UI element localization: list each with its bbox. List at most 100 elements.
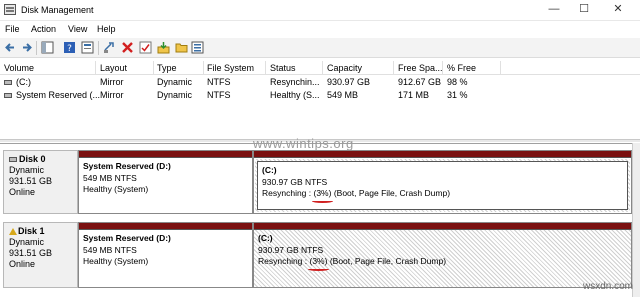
partition-system-reserved[interactable]: System Reserved (D:) 549 MB NTFS Healthy… xyxy=(78,150,253,214)
column-divider[interactable] xyxy=(442,61,443,75)
volume-status: Resynchin... xyxy=(270,77,320,87)
svg-text:?: ? xyxy=(67,44,72,54)
partition-size: 549 MB NTFS xyxy=(83,244,137,255)
volume-layout: Mirror xyxy=(100,77,124,87)
volume-icon xyxy=(4,80,12,85)
toolbar: ? xyxy=(0,38,640,58)
partition-bar xyxy=(254,151,631,158)
column-divider[interactable] xyxy=(500,61,501,75)
disk-1-label[interactable]: Disk 1 Dynamic 931.51 GB Online xyxy=(3,222,78,288)
disk-0-label[interactable]: Disk 0 Dynamic 931.51 GB Online xyxy=(3,150,78,214)
volume-file-system: NTFS xyxy=(207,90,231,100)
console-tree-icon[interactable] xyxy=(41,41,54,54)
partition-bar xyxy=(79,223,252,230)
menu-bar: File Action View Help xyxy=(0,21,640,38)
volume-capacity: 549 MB xyxy=(327,90,359,100)
column-header-status[interactable]: Status xyxy=(270,63,296,73)
close-button[interactable]: ✕ xyxy=(605,0,631,20)
disk-size: 931.51 GB xyxy=(9,176,53,186)
partition-selection: (C:) 930.97 GB NTFS Resynching : (3%) (B… xyxy=(257,161,628,210)
disk-type: Dynamic xyxy=(9,237,45,247)
disk-size: 931.51 GB xyxy=(9,248,53,258)
column-header-type[interactable]: Type xyxy=(157,63,177,73)
column-divider[interactable] xyxy=(393,61,394,75)
menu-help[interactable]: Help xyxy=(97,24,116,34)
toolbar-separator xyxy=(36,41,37,55)
import-icon[interactable] xyxy=(157,41,170,54)
resync-progress: (3%) xyxy=(311,188,334,202)
menu-file[interactable]: File xyxy=(5,24,20,34)
check-icon[interactable] xyxy=(139,41,152,54)
menu-action[interactable]: Action xyxy=(31,24,56,34)
disk-name: Disk 0 xyxy=(19,154,46,164)
partition-size: 930.97 GB NTFS xyxy=(258,244,324,255)
partition-flags: (Boot, Page File, Crash Dump) xyxy=(327,256,447,266)
partition-c[interactable]: (C:) 930.97 GB NTFS Resynching : (3%) (B… xyxy=(253,222,632,288)
volume-capacity: 930.97 GB xyxy=(327,77,371,87)
disk-state: Online xyxy=(9,259,36,269)
help-icon[interactable]: ? xyxy=(63,41,76,54)
menu-view[interactable]: View xyxy=(68,24,87,34)
partition-size: 549 MB NTFS xyxy=(83,172,137,183)
volume-layout: Mirror xyxy=(100,90,124,100)
column-header-capacity[interactable]: Capacity xyxy=(327,63,362,73)
partition-title: System Reserved (D:) xyxy=(83,161,171,171)
disk-type: Dynamic xyxy=(9,165,45,175)
volume-icon xyxy=(4,93,12,98)
partition-title: (C:) xyxy=(262,165,277,175)
warning-icon xyxy=(9,228,17,236)
list-icon[interactable] xyxy=(191,41,204,54)
partition-status: Resynching : (3%) (Boot, Page File, Cras… xyxy=(258,256,627,270)
partition-c[interactable]: (C:) 930.97 GB NTFS Resynching : (3%) (B… xyxy=(253,150,632,214)
column-divider[interactable] xyxy=(153,61,154,75)
volume-type: Dynamic xyxy=(157,90,193,100)
column-divider[interactable] xyxy=(322,61,323,75)
column-divider[interactable] xyxy=(265,61,266,75)
partition-status: Healthy (System) xyxy=(83,256,149,266)
column-header-free-space[interactable]: Free Spa... xyxy=(398,63,443,73)
partition-bar xyxy=(79,151,252,158)
column-header-file-system[interactable]: File System xyxy=(207,63,254,73)
disk-management-icon xyxy=(4,4,16,15)
vertical-scrollbar[interactable] xyxy=(632,143,640,297)
volume-list: Volume Layout Type File System Status Ca… xyxy=(0,59,640,139)
minimize-button[interactable]: — xyxy=(541,0,567,20)
toolbar-separator xyxy=(98,41,99,55)
volume-file-system: NTFS xyxy=(207,77,231,87)
delete-icon[interactable] xyxy=(121,41,134,54)
volume-free-space: 912.67 GB xyxy=(398,77,442,87)
maximize-button[interactable]: ☐ xyxy=(571,0,597,20)
volume-type: Dynamic xyxy=(157,77,193,87)
volume-free-space: 171 MB xyxy=(398,90,430,100)
volume-status: Healthy (S... xyxy=(270,90,320,100)
partition-size: 930.97 GB NTFS xyxy=(262,176,328,187)
disk-state: Online xyxy=(9,187,36,197)
corner-watermark: wsxdn.com xyxy=(583,281,634,292)
volume-row-c[interactable]: (C:) Mirror Dynamic NTFS Resynchin... 93… xyxy=(0,76,640,90)
column-header-percent-free[interactable]: % Free xyxy=(447,63,476,73)
partition-system-reserved[interactable]: System Reserved (D:) 549 MB NTFS Healthy… xyxy=(78,222,253,288)
column-divider[interactable] xyxy=(95,61,96,75)
column-header-volume[interactable]: Volume xyxy=(4,63,34,73)
partition-bar xyxy=(254,223,631,230)
disk-name: Disk 1 xyxy=(18,226,45,236)
volume-name: System Reserved (... xyxy=(16,90,101,100)
volume-list-header: Volume Layout Type File System Status Ca… xyxy=(0,61,640,75)
column-header-layout[interactable]: Layout xyxy=(100,63,127,73)
properties-icon[interactable] xyxy=(81,41,94,54)
folder-icon[interactable] xyxy=(175,41,188,54)
volume-percent-free: 31 % xyxy=(447,90,468,100)
connect-icon[interactable] xyxy=(103,41,116,54)
partition-title: (C:) xyxy=(258,233,273,243)
back-icon[interactable] xyxy=(4,41,17,54)
partition-status: Resynching : (3%) (Boot, Page File, Cras… xyxy=(262,188,623,202)
forward-icon[interactable] xyxy=(20,41,33,54)
partition-flags: (Boot, Page File, Crash Dump) xyxy=(331,188,451,198)
resync-label: Resynching : xyxy=(262,188,314,198)
resync-progress: (3%) xyxy=(307,256,330,270)
volume-row-system-reserved[interactable]: System Reserved (... Mirror Dynamic NTFS… xyxy=(0,89,640,103)
resync-label: Resynching : xyxy=(258,256,310,266)
title-bar: Disk Management — ☐ ✕ xyxy=(0,0,640,21)
column-divider[interactable] xyxy=(203,61,204,75)
disk-icon xyxy=(9,157,17,163)
